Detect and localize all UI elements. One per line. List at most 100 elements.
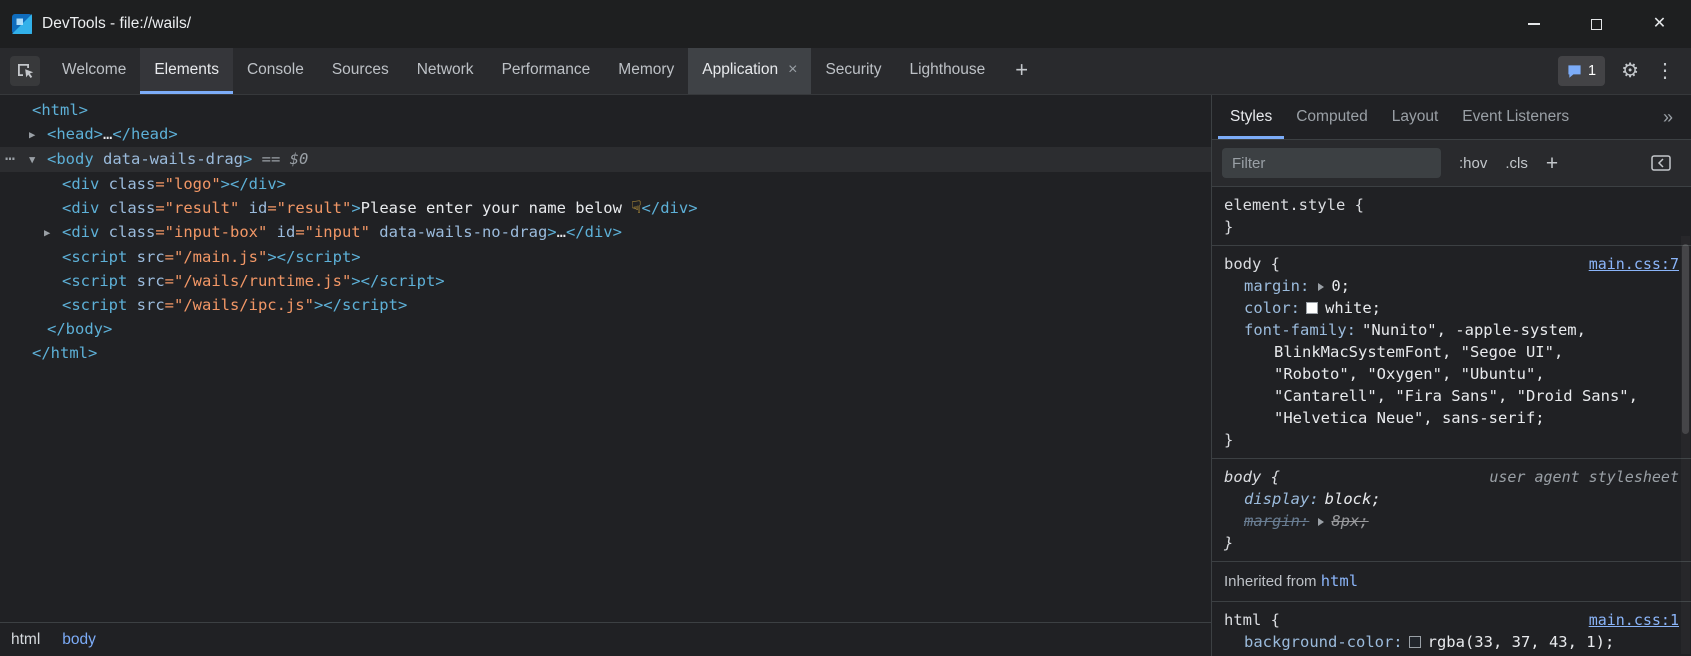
gear-icon: ⚙ (1621, 60, 1639, 82)
css-declaration[interactable]: background-color: rgba(33, 37, 43, 1); (1224, 631, 1679, 653)
breadcrumb-item-html[interactable]: html (0, 623, 51, 656)
class-toggle-button[interactable]: .cls (1505, 155, 1528, 172)
content-area: <html>▶<head>…</head>⋯▼<body data-wails-… (0, 95, 1691, 656)
tab-label: Console (247, 61, 304, 79)
rule-selector-line: body {user agent stylesheet (1224, 466, 1679, 488)
css-property-value[interactable]: 8px; (1331, 512, 1368, 530)
css-selector[interactable]: body (1224, 466, 1261, 488)
styles-sections: element.style {}body {main.css:7margin:0… (1212, 187, 1691, 656)
dom-tree-row[interactable]: <div class="result" id="result">Please e… (0, 196, 1211, 220)
expand-arrow-icon[interactable]: ▶ (44, 221, 62, 245)
css-property-name[interactable]: margin: (1244, 512, 1309, 530)
titlebar[interactable]: DevTools - file://wails/ ✕ (0, 0, 1691, 48)
inherited-from-header: Inherited from html (1212, 562, 1691, 602)
token-tag: > (221, 175, 230, 193)
expand-arrow-icon[interactable]: ▶ (29, 123, 47, 147)
dom-tree-row[interactable]: ▶<head>…</head> (0, 122, 1211, 147)
css-property-value[interactable]: 0; (1331, 277, 1350, 295)
settings-button[interactable]: ⚙ (1621, 61, 1639, 81)
toggle-sidebar-button[interactable] (1651, 155, 1671, 171)
expand-shorthand-icon[interactable] (1318, 518, 1324, 526)
minimize-button[interactable] (1502, 0, 1565, 48)
close-button[interactable]: ✕ (1628, 0, 1691, 48)
kebab-menu-icon: ⋮ (1655, 60, 1675, 82)
css-property-name[interactable]: background-color: (1244, 633, 1403, 651)
pseudo-state-button[interactable]: :hov (1459, 155, 1487, 172)
tab-console[interactable]: Console (233, 48, 318, 94)
css-declaration[interactable]: display: block; (1224, 488, 1679, 510)
token-attr: class (99, 199, 155, 217)
token-txt: … (557, 223, 566, 241)
breadcrumb-item-body[interactable]: body (51, 623, 107, 656)
dom-tree-row[interactable]: <html> (0, 98, 1211, 122)
dom-tree-row[interactable]: <div class="logo"></div> (0, 172, 1211, 196)
css-property-value[interactable]: block; (1325, 490, 1381, 508)
sidebar-tab-styles[interactable]: Styles (1218, 95, 1284, 139)
css-declaration[interactable]: font-family: "Nunito", -apple-system, (1224, 319, 1679, 341)
stylesheet-link[interactable]: main.css:1 (1589, 609, 1679, 631)
tab-label: Security (825, 61, 881, 79)
add-panel-button[interactable]: + (999, 48, 1044, 94)
css-property-name[interactable]: margin: (1244, 277, 1309, 295)
tab-performance[interactable]: Performance (488, 48, 605, 94)
color-swatch[interactable] (1306, 302, 1318, 314)
new-style-rule-button[interactable]: + (1546, 153, 1558, 174)
collapse-arrow-icon[interactable]: ▼ (29, 148, 47, 172)
inherited-selector-link[interactable]: html (1321, 572, 1358, 590)
dom-tree-row[interactable]: <script src="/wails/runtime.js"></script… (0, 269, 1211, 293)
dom-tree-row[interactable]: </html> (0, 341, 1211, 365)
styles-sidebar: StylesComputedLayoutEvent Listeners » :h… (1211, 95, 1691, 656)
scrollbar-thumb[interactable] (1682, 244, 1689, 434)
css-property-name[interactable]: font-family: (1244, 321, 1356, 339)
color-swatch[interactable] (1409, 636, 1421, 648)
dom-tree-row[interactable]: <script src="/main.js"></script> (0, 245, 1211, 269)
dom-tree-row[interactable]: ▶<div class="input-box" id="input" data-… (0, 220, 1211, 245)
css-declaration[interactable]: margin: 0; (1224, 275, 1679, 297)
tab-network[interactable]: Network (403, 48, 488, 94)
maximize-button[interactable] (1565, 0, 1628, 48)
css-property-name[interactable]: display: (1244, 490, 1319, 508)
dom-tree-row[interactable]: </body> (0, 317, 1211, 341)
sidebar-tab-event-listeners[interactable]: Event Listeners (1450, 95, 1581, 139)
token-tag: <html> (32, 101, 88, 119)
sidebar-tabs: StylesComputedLayoutEvent Listeners » (1212, 95, 1691, 140)
menu-button[interactable]: ⋮ (1655, 61, 1675, 81)
expand-shorthand-icon[interactable] (1318, 283, 1324, 291)
sidebar-tab-layout[interactable]: Layout (1380, 95, 1451, 139)
overflow-tabs-icon[interactable]: » (1663, 107, 1685, 128)
css-property-name[interactable]: color: (1244, 299, 1300, 317)
css-property-value[interactable]: white; (1325, 299, 1381, 317)
tab-security[interactable]: Security (811, 48, 895, 94)
tab-elements[interactable]: Elements (140, 48, 233, 94)
dom-tree: <html>▶<head>…</head>⋯▼<body data-wails-… (0, 95, 1211, 622)
css-selector[interactable]: html (1224, 609, 1261, 631)
tab-welcome[interactable]: Welcome (48, 48, 140, 94)
inspect-element-button[interactable] (10, 56, 40, 86)
css-selector[interactable]: element.style (1224, 194, 1345, 216)
node-options-icon[interactable]: ⋯ (5, 147, 15, 171)
css-property-value[interactable]: "Nunito", -apple-system, (1362, 321, 1586, 339)
token-attr: id (267, 223, 295, 241)
close-icon: ✕ (1653, 16, 1666, 32)
tab-sources[interactable]: Sources (318, 48, 403, 94)
dom-tree-row[interactable]: <script src="/wails/ipc.js"></script> (0, 293, 1211, 317)
css-declaration[interactable]: margin: 8px; (1224, 510, 1679, 532)
token-txt: Please enter your name below (361, 199, 632, 217)
devtools-window: DevTools - file://wails/ ✕ WelcomeElemen… (0, 0, 1691, 656)
css-declaration[interactable]: color: white; (1224, 297, 1679, 319)
tab-label: Sources (332, 61, 389, 79)
token-val: ="input-box" (155, 223, 267, 241)
issues-counter[interactable]: 1 (1558, 56, 1605, 86)
tab-memory[interactable]: Memory (604, 48, 688, 94)
close-tab-icon[interactable]: × (788, 62, 797, 78)
stylesheet-link[interactable]: main.css:7 (1589, 253, 1679, 275)
styles-filter-input[interactable] (1222, 148, 1441, 178)
css-property-value[interactable]: rgba(33, 37, 43, 1); (1428, 633, 1615, 651)
sidebar-tab-computed[interactable]: Computed (1284, 95, 1380, 139)
dom-tree-row[interactable]: ⋯▼<body data-wails-drag> == $0 (0, 147, 1211, 172)
tab-lighthouse[interactable]: Lighthouse (895, 48, 999, 94)
styles-scrollbar[interactable] (1681, 236, 1690, 654)
tab-application[interactable]: Application× (688, 48, 811, 94)
style-rule: html {main.css:1background-color:rgba(33… (1212, 602, 1691, 656)
css-selector[interactable]: body (1224, 253, 1261, 275)
